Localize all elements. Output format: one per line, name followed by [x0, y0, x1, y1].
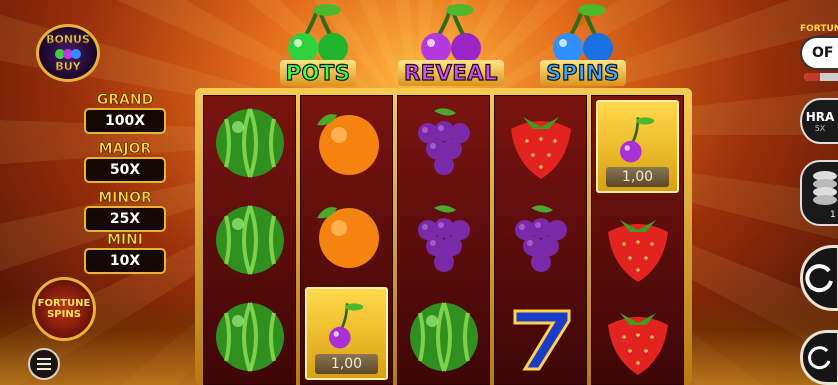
jackpot-minor-value: 25X	[84, 206, 166, 232]
menu-icon	[37, 358, 51, 360]
reel-cell	[398, 193, 489, 286]
jackpot-mini: MINI 10X	[82, 232, 168, 274]
reel-cell	[301, 189, 392, 278]
fortune-spins-line2: SPINS	[47, 309, 81, 320]
strawberry-icon	[510, 116, 571, 179]
jackpot-minor: MINOR 25X	[82, 190, 168, 232]
purple-cherry-icon	[421, 4, 481, 63]
bonus-buy-line1: BONUS	[46, 33, 90, 46]
jackpot-grand-value: 100X	[84, 108, 166, 134]
bonus-buy-line2: BUY	[55, 60, 81, 73]
strawberry-icon	[607, 313, 668, 376]
grapes-icon	[417, 108, 470, 175]
fortune-spins-line1: FORTUNE	[37, 298, 91, 309]
bonus-buy-button[interactable]: BONUS BUY	[36, 24, 100, 82]
spin-arrow-icon	[805, 264, 833, 293]
purple-cherry-icon	[328, 303, 363, 349]
cherries-icon	[55, 49, 81, 59]
reel-cell	[495, 193, 586, 286]
orange-icon	[316, 207, 379, 268]
reel-3	[397, 95, 490, 385]
bonus-cherry-cell: 1,00	[596, 100, 679, 194]
reel-grid: 1,00 1,00	[203, 95, 684, 385]
reel-frame: 1,00 1,00	[195, 88, 692, 385]
jackpot-grand: GRAND 100X	[82, 92, 168, 134]
pots-header: POTS	[263, 0, 373, 86]
orange-icon	[316, 113, 379, 175]
jackpot-mini-label: MINI	[106, 232, 144, 248]
bonus-value: 1,00	[606, 167, 669, 188]
reel-cell	[204, 96, 295, 189]
watermelon-icon	[215, 302, 284, 372]
reel-cell	[204, 291, 295, 384]
reel-cell	[398, 96, 489, 189]
hra-label: HRA	[805, 109, 835, 124]
blue-cherry-icon	[553, 4, 613, 63]
fortune-toggle-switch[interactable]: OF	[800, 36, 838, 70]
jackpot-minor-label: MINOR	[98, 190, 152, 206]
jackpot-mini-value: 10X	[84, 248, 166, 274]
reel-cell	[495, 96, 586, 189]
jackpot-grand-label: GRAND	[96, 92, 154, 108]
reel-5: 1,00	[591, 95, 684, 385]
grapes-icon	[417, 205, 470, 272]
spins-header: SPINS	[528, 0, 638, 86]
watermelon-icon	[215, 107, 284, 178]
strawberry-icon	[607, 219, 668, 282]
reel-cell	[398, 291, 489, 384]
reel-cell	[592, 201, 683, 290]
jackpot-major: MAJOR 50X	[82, 141, 168, 183]
reel-2: 1,00	[300, 95, 393, 385]
pots-label: POTS	[279, 60, 357, 86]
autoplay-icon	[808, 345, 831, 369]
fortune-toggle[interactable]: FORTUNE OF	[800, 24, 838, 81]
hra-multiplier: 5X	[814, 123, 826, 133]
reel-cell	[495, 291, 586, 384]
coin-stack-icon	[813, 171, 837, 205]
watermelon-icon	[409, 302, 478, 372]
reel-4	[494, 95, 587, 385]
reel-cell	[204, 193, 295, 286]
grapes-icon	[514, 205, 567, 272]
seven-icon	[513, 309, 570, 371]
jackpot-major-value: 50X	[84, 157, 166, 183]
fortune-toggle-bar	[804, 73, 838, 81]
coins-value: 1	[830, 210, 836, 220]
reveal-label: REVEAL	[398, 60, 504, 86]
reel-cell	[301, 96, 392, 185]
menu-button[interactable]	[28, 348, 60, 380]
jackpot-major-label: MAJOR	[98, 141, 152, 157]
reel-cell	[592, 295, 683, 384]
reel-1	[203, 95, 296, 385]
fortune-toggle-label: FORTUNE	[800, 24, 838, 34]
green-cherry-icon	[288, 4, 348, 63]
bonus-cherry-cell: 1,00	[305, 286, 388, 380]
fortune-spins-badge[interactable]: FORTUNE SPINS	[32, 277, 96, 341]
bonus-value: 1,00	[315, 353, 378, 374]
hra-button[interactable]: HRA 5X	[800, 98, 838, 144]
purple-cherry-icon	[619, 117, 654, 163]
reveal-header: REVEAL	[396, 0, 506, 86]
watermelon-icon	[215, 205, 284, 275]
spins-label: SPINS	[540, 60, 626, 86]
